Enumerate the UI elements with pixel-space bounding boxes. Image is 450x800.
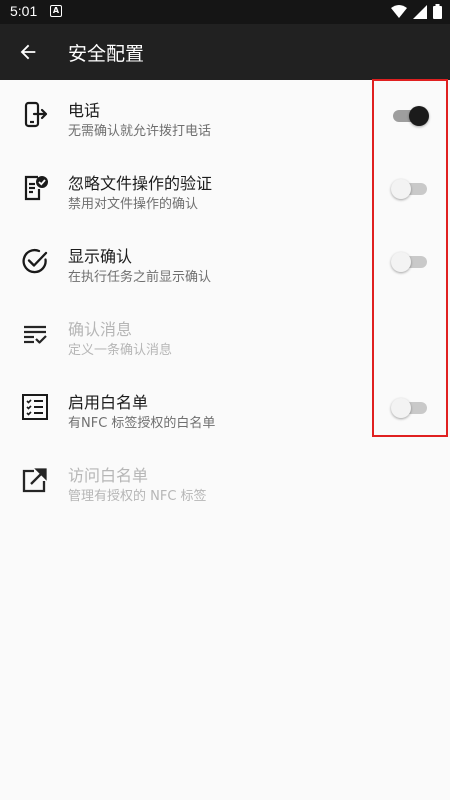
- setting-access-whitelist-title: 访问白名单: [68, 466, 149, 485]
- setting-confirmation-message[interactable]: 确认消息 定义一条确认消息: [0, 299, 450, 372]
- status-time: 5:01: [10, 3, 38, 19]
- setting-access-whitelist-subtitle: 管理有授权的 NFC 标签: [68, 489, 207, 504]
- enable-whitelist-switch[interactable]: [391, 398, 429, 418]
- setting-confirmation-message-subtitle: 定义一条确认消息: [68, 343, 173, 358]
- setting-access-whitelist[interactable]: 访问白名单 管理有授权的 NFC 标签: [0, 445, 450, 518]
- document-check-icon: [20, 173, 50, 203]
- battery-icon: [433, 4, 442, 19]
- status-icons: [391, 4, 442, 19]
- setting-phone[interactable]: 电话 无需确认就允许拨打电话: [0, 80, 450, 153]
- settings-list: 电话 无需确认就允许拨打电话 忽略文件操作的验证 禁用对文件操作的确认 显示确认…: [0, 80, 450, 518]
- setting-show-confirmation-title: 显示确认: [68, 247, 133, 266]
- phone-switch[interactable]: [391, 106, 429, 126]
- list-check-icon: [20, 319, 50, 349]
- checklist-box-icon: [20, 392, 50, 422]
- setting-ignore-file-verification[interactable]: 忽略文件操作的验证 禁用对文件操作的确认: [0, 153, 450, 226]
- a-notification-icon: A: [50, 5, 62, 17]
- phone-forward-icon: [20, 100, 50, 130]
- setting-show-confirmation[interactable]: 显示确认 在执行任务之前显示确认: [0, 226, 450, 299]
- page-title: 安全配置: [68, 43, 145, 65]
- setting-confirmation-message-title: 确认消息: [68, 320, 133, 339]
- setting-enable-whitelist-subtitle: 有NFC 标签授权的白名单: [68, 416, 216, 431]
- arrow-back-icon: [20, 44, 36, 60]
- setting-phone-title: 电话: [68, 101, 101, 120]
- back-button[interactable]: [8, 32, 48, 72]
- app-bar: 安全配置: [0, 24, 450, 80]
- show-confirmation-switch[interactable]: [391, 252, 429, 272]
- wifi-icon: [391, 4, 407, 18]
- ignore-file-verification-switch[interactable]: [391, 179, 429, 199]
- setting-enable-whitelist-title: 启用白名单: [68, 393, 149, 412]
- setting-show-confirmation-subtitle: 在执行任务之前显示确认: [68, 270, 212, 285]
- status-bar: 5:01 A: [0, 0, 450, 24]
- setting-ignore-file-verification-subtitle: 禁用对文件操作的确认: [68, 197, 199, 212]
- setting-enable-whitelist[interactable]: 启用白名单 有NFC 标签授权的白名单: [0, 372, 450, 445]
- signal-icon: [413, 4, 427, 19]
- setting-ignore-file-verification-title: 忽略文件操作的验证: [68, 174, 213, 193]
- check-circle-icon: [20, 246, 50, 276]
- open-external-icon: [20, 465, 50, 495]
- setting-phone-subtitle: 无需确认就允许拨打电话: [68, 124, 212, 139]
